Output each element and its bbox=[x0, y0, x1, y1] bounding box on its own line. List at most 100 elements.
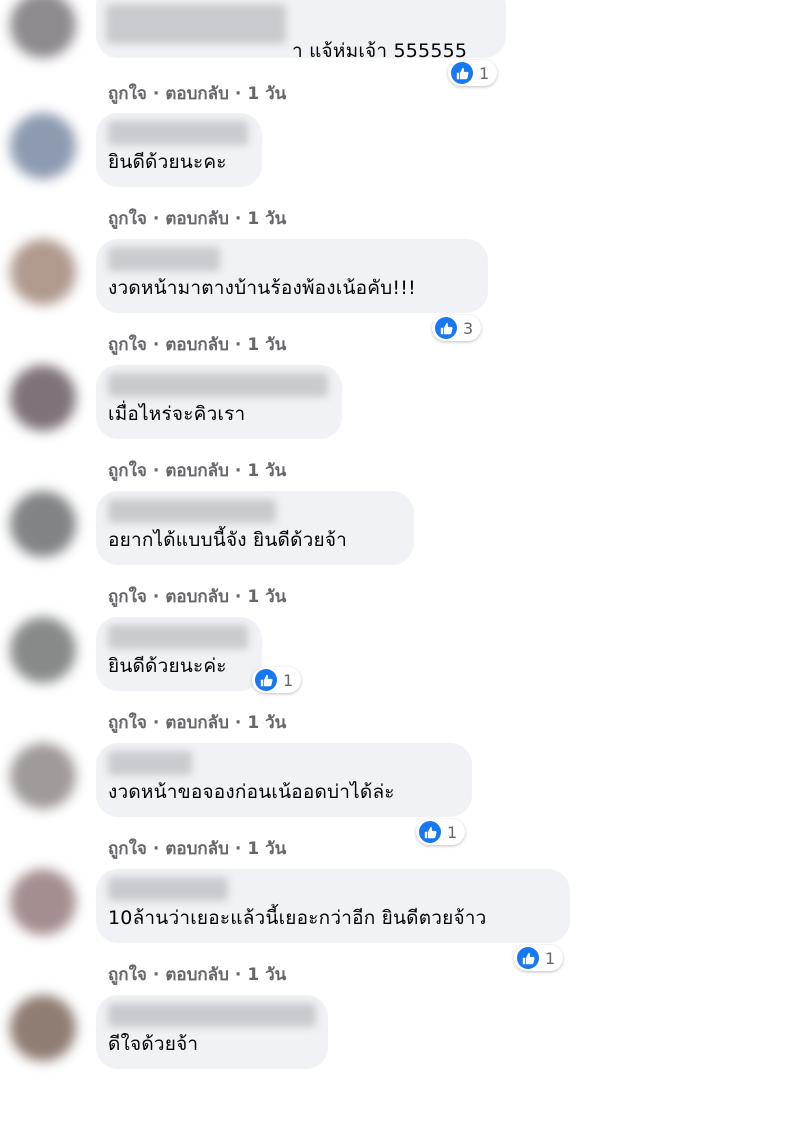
comment-item: เมื่อไหร่จะคิวเรา ถูกใจ · ตอบกลับ · 1 วัน bbox=[0, 365, 800, 491]
comment-text: ยินดีด้วยนะคะ bbox=[108, 151, 227, 173]
author-name-blurred[interactable] bbox=[108, 373, 328, 397]
comment-bubble: งวดหน้าขอจองก่อนเน้ออดบ่าได้ล่ะ bbox=[96, 743, 472, 817]
comment-text: อยากได้แบบนี้จัง ยินดีด้วยจ้า bbox=[108, 529, 348, 551]
reaction-number: 1 bbox=[447, 822, 458, 842]
like-link[interactable]: ถูกใจ bbox=[108, 335, 147, 355]
reply-link[interactable]: ตอบกลับ bbox=[165, 209, 229, 229]
comment-text: งวดหน้ามาตางบ้านร้องพ้องเน้อคับ!!! bbox=[108, 277, 416, 299]
like-link[interactable]: ถูกใจ bbox=[108, 209, 147, 229]
comment-bubble: า แจ้ห่มเจ้า 555555 bbox=[96, 0, 506, 62]
like-link[interactable]: ถูกใจ bbox=[108, 713, 147, 733]
reply-link[interactable]: ตอบกลับ bbox=[165, 965, 229, 985]
timestamp[interactable]: 1 วัน bbox=[247, 839, 286, 859]
avatar[interactable] bbox=[10, 113, 76, 179]
comment-bubble: เมื่อไหร่จะคิวเรา bbox=[96, 365, 342, 439]
comment-actions: ถูกใจ · ตอบกลับ · 1 วัน bbox=[108, 961, 286, 988]
reaction-count[interactable]: 1 bbox=[514, 945, 564, 971]
separator: · bbox=[234, 839, 242, 859]
reaction-count[interactable]: 1 bbox=[252, 667, 302, 693]
separator: · bbox=[152, 84, 160, 104]
comment-text: 10ล้านว่าเยอะแล้วนี้เยอะกว่าอีก ยินดีตวย… bbox=[108, 907, 487, 929]
reaction-number: 3 bbox=[463, 318, 474, 338]
author-name-blurred[interactable] bbox=[108, 877, 228, 901]
like-reaction-icon bbox=[419, 821, 441, 843]
like-reaction-icon bbox=[517, 947, 539, 969]
separator: · bbox=[234, 84, 242, 104]
timestamp[interactable]: 1 วัน bbox=[247, 84, 286, 104]
like-reaction-icon bbox=[451, 62, 473, 84]
like-reaction-icon bbox=[255, 669, 277, 691]
reply-link[interactable]: ตอบกลับ bbox=[165, 84, 229, 104]
separator: · bbox=[234, 713, 242, 733]
timestamp[interactable]: 1 วัน bbox=[247, 461, 286, 481]
timestamp[interactable]: 1 วัน bbox=[247, 587, 286, 607]
reply-link[interactable]: ตอบกลับ bbox=[165, 587, 229, 607]
reply-link[interactable]: ตอบกลับ bbox=[165, 461, 229, 481]
avatar[interactable] bbox=[10, 995, 76, 1061]
comment-actions: ถูกใจ · ตอบกลับ · 1 วัน bbox=[108, 709, 286, 736]
avatar[interactable] bbox=[10, 0, 76, 58]
author-name-blurred[interactable] bbox=[108, 121, 248, 145]
separator: · bbox=[234, 335, 242, 355]
separator: · bbox=[234, 461, 242, 481]
comment-text: เมื่อไหร่จะคิวเรา bbox=[108, 403, 246, 425]
avatar[interactable] bbox=[10, 743, 76, 809]
comment-item: 10ล้านว่าเยอะแล้วนี้เยอะกว่าอีก ยินดีตวย… bbox=[0, 869, 800, 995]
separator: · bbox=[234, 965, 242, 985]
author-name-blurred[interactable] bbox=[108, 751, 192, 775]
separator: · bbox=[152, 587, 160, 607]
reaction-number: 1 bbox=[545, 948, 556, 968]
comment-actions: ถูกใจ · ตอบกลับ · 1 วัน bbox=[108, 835, 286, 862]
avatar[interactable] bbox=[10, 617, 76, 683]
like-link[interactable]: ถูกใจ bbox=[108, 965, 147, 985]
comment-bubble: ยินดีด้วยนะค่ะ bbox=[96, 617, 262, 691]
avatar[interactable] bbox=[10, 869, 76, 935]
author-name-blurred[interactable] bbox=[108, 247, 220, 271]
like-link[interactable]: ถูกใจ bbox=[108, 587, 147, 607]
reply-link[interactable]: ตอบกลับ bbox=[165, 839, 229, 859]
comment-actions: ถูกใจ · ตอบกลับ · 1 วัน bbox=[108, 583, 286, 610]
author-name-blurred[interactable] bbox=[106, 4, 286, 44]
avatar[interactable] bbox=[10, 491, 76, 557]
like-link[interactable]: ถูกใจ bbox=[108, 839, 147, 859]
reaction-number: 1 bbox=[283, 670, 294, 690]
author-name-blurred[interactable] bbox=[108, 625, 248, 649]
comment-bubble: งวดหน้ามาตางบ้านร้องพ้องเน้อคับ!!! bbox=[96, 239, 488, 313]
separator: · bbox=[234, 587, 242, 607]
comment-item: ดีใจด้วยจ้า bbox=[0, 995, 800, 1121]
comment-actions: ถูกใจ · ตอบกลับ · 1 วัน bbox=[108, 205, 286, 232]
comment-item: งวดหน้าขอจองก่อนเน้ออดบ่าได้ล่ะ 1 ถูกใจ ·… bbox=[0, 743, 800, 869]
comment-actions: ถูกใจ · ตอบกลับ · 1 วัน bbox=[108, 331, 286, 358]
timestamp[interactable]: 1 วัน bbox=[247, 713, 286, 733]
author-name-blurred[interactable] bbox=[108, 1003, 316, 1027]
comment-bubble: ยินดีด้วยนะคะ bbox=[96, 113, 262, 187]
reaction-count[interactable]: 3 bbox=[432, 315, 482, 341]
timestamp[interactable]: 1 วัน bbox=[247, 965, 286, 985]
comment-item: อยากได้แบบนี้จัง ยินดีด้วยจ้า ถูกใจ · ตอบก… bbox=[0, 491, 800, 617]
comment-item: า แจ้ห่มเจ้า 555555 1 ถูกใจ · ตอบกลับ · 1 วั… bbox=[0, 0, 800, 110]
timestamp[interactable]: 1 วัน bbox=[247, 209, 286, 229]
avatar[interactable] bbox=[10, 239, 76, 305]
comment-bubble: 10ล้านว่าเยอะแล้วนี้เยอะกว่าอีก ยินดีตวย… bbox=[96, 869, 570, 943]
like-reaction-icon bbox=[435, 317, 457, 339]
comment-actions: ถูกใจ · ตอบกลับ · 1 วัน bbox=[108, 80, 286, 107]
comment-text: ยินดีด้วยนะค่ะ bbox=[108, 655, 227, 677]
separator: · bbox=[152, 713, 160, 733]
like-link[interactable]: ถูกใจ bbox=[108, 84, 147, 104]
separator: · bbox=[152, 461, 160, 481]
separator: · bbox=[234, 209, 242, 229]
reply-link[interactable]: ตอบกลับ bbox=[165, 335, 229, 355]
reaction-number: 1 bbox=[479, 63, 490, 83]
comment-bubble: อยากได้แบบนี้จัง ยินดีด้วยจ้า bbox=[96, 491, 414, 565]
timestamp[interactable]: 1 วัน bbox=[247, 335, 286, 355]
author-name-blurred[interactable] bbox=[108, 499, 276, 523]
avatar[interactable] bbox=[10, 365, 76, 431]
comment-item: ยินดีด้วยนะคะ ถูกใจ · ตอบกลับ · 1 วัน bbox=[0, 113, 800, 239]
comment-actions: ถูกใจ · ตอบกลับ · 1 วัน bbox=[108, 457, 286, 484]
comment-text: า แจ้ห่มเจ้า 555555 bbox=[292, 40, 468, 62]
reaction-count[interactable]: 1 bbox=[416, 819, 466, 845]
comment-item: งวดหน้ามาตางบ้านร้องพ้องเน้อคับ!!! 3 ถูก… bbox=[0, 239, 800, 365]
reply-link[interactable]: ตอบกลับ bbox=[165, 713, 229, 733]
reaction-count[interactable]: 1 bbox=[448, 60, 498, 86]
like-link[interactable]: ถูกใจ bbox=[108, 461, 147, 481]
